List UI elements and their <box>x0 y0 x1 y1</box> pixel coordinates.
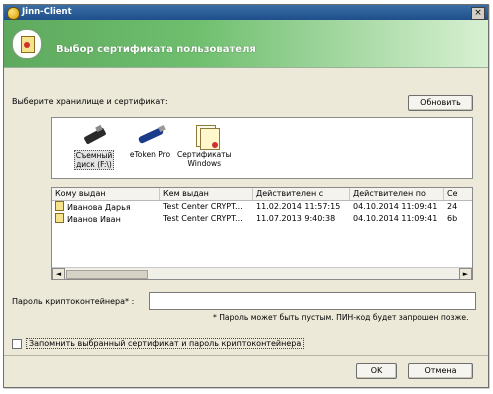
cell-valid-from: 11.07.2013 9:40:38 <box>256 214 336 223</box>
column-serial[interactable]: Се <box>444 188 472 200</box>
cell-issued-by: Test Center CRYPT... <box>163 214 243 223</box>
refresh-button[interactable]: Обновить <box>408 95 473 111</box>
table-row[interactable]: Иванов Иван Test Center CRYPT... 11.07.2… <box>52 213 472 224</box>
windows-certificates-icon <box>184 122 224 150</box>
ok-button[interactable]: OK <box>356 363 397 379</box>
certificate-icon <box>55 201 64 211</box>
store-prompt: Выберите хранилище и сертификат: <box>12 97 168 106</box>
cell-issued-by: Test Center CRYPT... <box>163 202 243 211</box>
divider <box>4 355 488 356</box>
store-windows-certificates[interactable]: Сертификаты Windows <box>176 122 232 168</box>
store-etoken-pro[interactable]: eToken Pro <box>122 122 178 159</box>
remember-label[interactable]: Запомнить выбранный сертификат и пароль … <box>26 338 305 349</box>
certificate-seal-icon <box>24 42 30 48</box>
table-header: Кому выдан Кем выдан Действителен с Дейс… <box>52 188 472 201</box>
usb-drive-icon <box>74 122 114 148</box>
scroll-thumb[interactable] <box>66 270 148 279</box>
close-button[interactable]: × <box>471 7 485 20</box>
cell-valid-until: 04.10.2014 11:09:41 <box>353 214 438 223</box>
dialog-header: Выбор сертификата пользователя <box>4 20 488 68</box>
column-issued-by[interactable]: Кем выдан <box>160 188 253 200</box>
etoken-icon <box>130 122 170 148</box>
certificate-icon <box>12 29 42 59</box>
column-valid-from[interactable]: Действителен с <box>253 188 350 200</box>
window-title: Jinn-Client <box>22 7 72 17</box>
password-field[interactable] <box>149 292 476 310</box>
cell-serial: 6b <box>447 214 458 223</box>
horizontal-scrollbar[interactable]: ◄ ► <box>52 267 472 279</box>
certificate-table: Кому выдан Кем выдан Действителен с Дейс… <box>51 187 473 280</box>
jinn-client-app-icon <box>7 7 20 20</box>
store-label: Сертификаты Windows <box>177 150 232 168</box>
jinn-client-dialog: Jinn-Client × Выбор сертификата пользова… <box>3 4 489 388</box>
column-issued-to[interactable]: Кому выдан <box>52 188 160 200</box>
store-list: Съемный диск (F:\) eToken Pro Сертификаты… <box>51 117 473 179</box>
scroll-right-icon[interactable]: ► <box>459 268 472 279</box>
header-title: Выбор сертификата пользователя <box>56 44 256 55</box>
store-label: eToken Pro <box>129 150 171 159</box>
cell-issued-to: Иванова Дарья <box>52 201 159 213</box>
store-label: Съемный диск (F:\) <box>73 150 115 170</box>
certificate-icon <box>55 213 64 223</box>
cancel-button[interactable]: Отмена <box>408 363 473 379</box>
cell-valid-until: 04.10.2014 11:09:41 <box>353 202 438 211</box>
password-label: Пароль криптоконтейнера* : <box>12 297 135 306</box>
title-bar[interactable]: Jinn-Client × <box>4 5 488 20</box>
password-hint: * Пароль может быть пустым. ПИН-код буде… <box>213 313 469 322</box>
cell-issued-to: Иванов Иван <box>52 213 159 225</box>
cell-valid-from: 11.02.2014 11:57:15 <box>256 202 341 211</box>
column-valid-until[interactable]: Действителен по <box>350 188 444 200</box>
table-row[interactable]: Иванова Дарья Test Center CRYPT... 11.02… <box>52 201 472 212</box>
remember-checkbox[interactable] <box>12 339 22 349</box>
cell-serial: 24 <box>447 202 458 211</box>
scroll-left-icon[interactable]: ◄ <box>52 268 65 279</box>
store-removable-disk[interactable]: Съемный диск (F:\) <box>66 122 122 170</box>
